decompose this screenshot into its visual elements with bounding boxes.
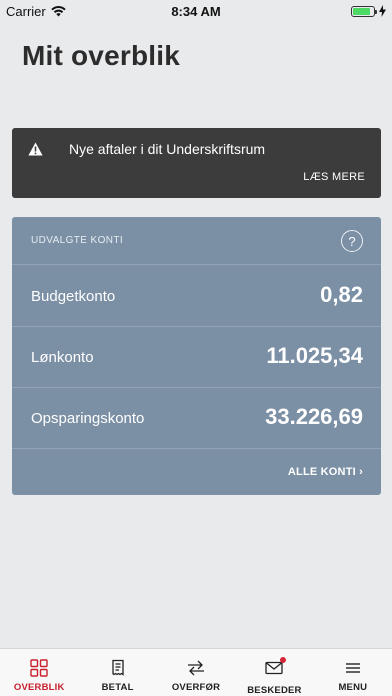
- account-balance: 33.226,69: [265, 404, 363, 429]
- account-name: Budgetkonto: [31, 288, 116, 305]
- unread-badge: [280, 657, 287, 663]
- notice-text: Nye aftaler i dit Underskriftsrum: [69, 141, 266, 157]
- battery-level: [353, 7, 370, 15]
- help-button[interactable]: ?: [341, 230, 363, 252]
- account-balance: 0,82: [320, 282, 363, 307]
- status-bar: Carrier 8:34 AM: [0, 0, 392, 22]
- selected-accounts-card: UDVALGTE KONTI ? Budgetkonto 0,82 Lønkon…: [12, 217, 381, 495]
- wifi-icon: [51, 5, 66, 16]
- tab-label: MENU: [338, 682, 368, 693]
- read-more-link[interactable]: LÆS MERE: [303, 171, 365, 183]
- bill-icon: [111, 659, 124, 676]
- account-row-budget[interactable]: Budgetkonto 0,82: [12, 266, 381, 327]
- tab-pay[interactable]: BETAL: [78, 649, 156, 696]
- account-name: Lønkonto: [31, 349, 94, 366]
- carrier-label: Carrier: [6, 3, 46, 19]
- all-accounts-link[interactable]: ALLE KONTI ›: [288, 466, 363, 478]
- tab-menu[interactable]: MENU: [314, 649, 392, 696]
- page-title: Mit overblik: [22, 40, 180, 71]
- account-row-salary[interactable]: Lønkonto 11.025,34: [12, 327, 381, 388]
- grid-icon: [30, 659, 48, 677]
- tab-label: BETAL: [101, 682, 134, 693]
- help-icon: ?: [348, 233, 356, 249]
- battery-icon: [351, 5, 377, 17]
- hamburger-icon: [345, 663, 360, 673]
- account-name: Opsparingskonto: [31, 410, 145, 427]
- tab-label: BESKEDER: [247, 685, 302, 696]
- tab-label: OVERBLIK: [13, 682, 65, 693]
- tab-messages[interactable]: BESKEDER: [235, 649, 313, 696]
- status-left: Carrier: [6, 4, 66, 19]
- warning-icon: [28, 142, 43, 156]
- tab-label: OVERFØR: [171, 682, 221, 693]
- charging-icon: [379, 5, 386, 17]
- account-row-savings[interactable]: Opsparingskonto 33.226,69: [12, 388, 381, 449]
- accounts-header: UDVALGTE KONTI ?: [12, 217, 381, 265]
- account-balance: 11.025,34: [266, 343, 363, 368]
- status-right: [351, 5, 386, 17]
- tab-overview[interactable]: OVERBLIK: [0, 649, 78, 696]
- messages-icon-wrap: [265, 657, 287, 685]
- accounts-title: UDVALGTE KONTI: [31, 235, 124, 246]
- tab-transfer[interactable]: OVERFØR: [157, 649, 235, 696]
- tab-bar: OVERBLIK BETAL OVERFØR BESKEDER MENU: [0, 648, 392, 696]
- signing-notice[interactable]: Nye aftaler i dit Underskriftsrum LÆS ME…: [12, 128, 381, 198]
- transfer-icon: [188, 660, 205, 676]
